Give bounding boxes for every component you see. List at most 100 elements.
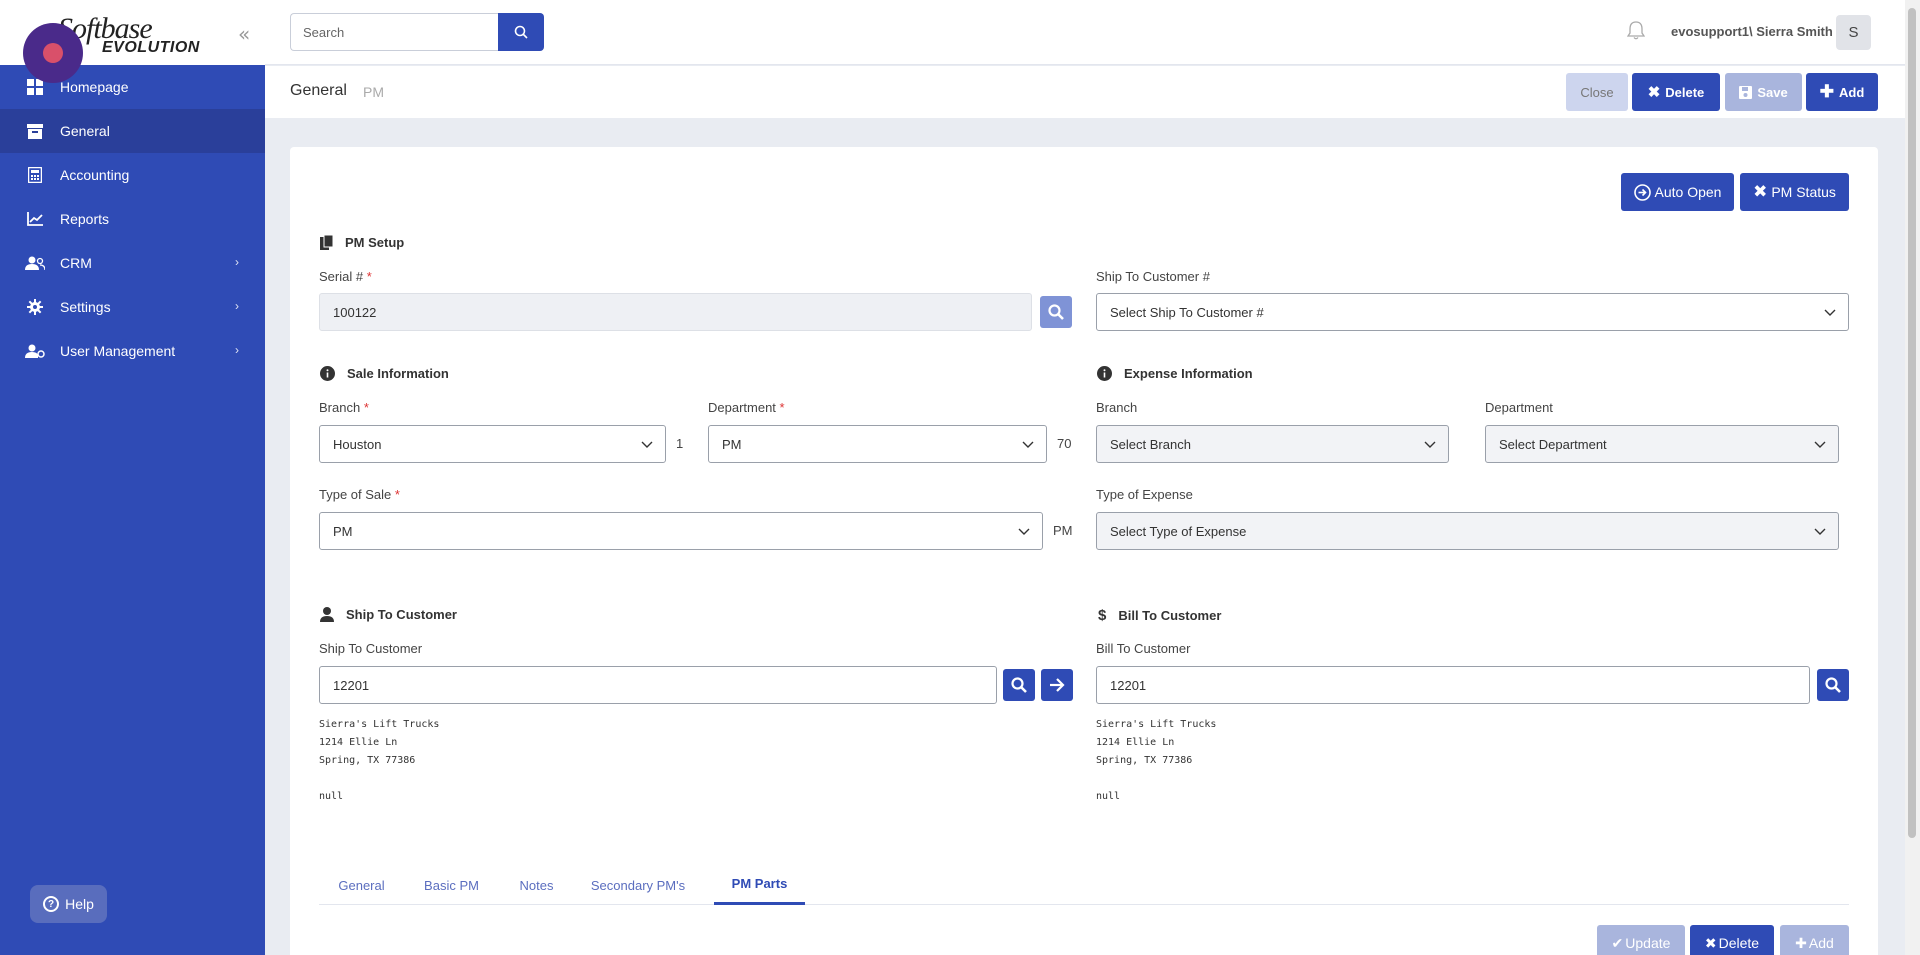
bill-to-customer-input[interactable]: 12201: [1096, 666, 1810, 704]
arrow-circle-icon: [1633, 183, 1651, 201]
page-title: General: [290, 82, 347, 99]
chart-icon: [24, 211, 46, 227]
tab-pm-parts[interactable]: PM Parts: [714, 865, 805, 905]
add-button[interactable]: ✚ Add: [1806, 73, 1878, 111]
expense-department-placeholder: Select Department: [1499, 436, 1607, 452]
type-of-sale-code: PM: [1053, 523, 1073, 538]
serial-label-text: Serial #: [319, 269, 364, 284]
sidebar-item-user-management[interactable]: User Management ›: [0, 329, 265, 373]
sidebar-item-general[interactable]: General: [0, 109, 265, 153]
search-button[interactable]: [498, 13, 544, 51]
expense-department-select[interactable]: Select Department: [1485, 425, 1839, 463]
auto-open-label: Auto Open: [1654, 184, 1722, 200]
sidebar-item-label: Reports: [60, 211, 110, 227]
required-marker: *: [394, 487, 400, 502]
delete-button[interactable]: ✖ Delete: [1632, 73, 1720, 111]
type-of-sale-value: PM: [333, 523, 353, 539]
department-select[interactable]: PM: [708, 425, 1047, 463]
ship-to-search-button[interactable]: [1003, 669, 1035, 701]
auto-open-button[interactable]: Auto Open: [1621, 173, 1734, 211]
help-button[interactable]: ? Help: [30, 885, 107, 923]
ship-to-customer-no-select[interactable]: Select Ship To Customer #: [1096, 293, 1849, 331]
department-value: PM: [722, 436, 742, 452]
bill-to-search-button[interactable]: [1817, 669, 1849, 701]
user-icon: [320, 607, 334, 622]
tab-secondary-pms[interactable]: Secondary PM's: [574, 865, 702, 905]
close-label: Close: [1580, 84, 1614, 100]
tab-general[interactable]: General: [319, 865, 404, 905]
chevron-right-icon: ›: [235, 255, 239, 269]
sidebar-item-settings[interactable]: Settings ›: [0, 285, 265, 329]
user-name[interactable]: evosupport1\ Sierra Smith: [1671, 24, 1833, 39]
type-of-sale-label-text: Type of Sale: [319, 487, 392, 502]
bell-icon[interactable]: [1626, 20, 1646, 43]
tab-basic-pm[interactable]: Basic PM: [404, 865, 499, 905]
expense-branch-label: Branch: [1096, 400, 1138, 415]
expense-branch-select[interactable]: Select Branch: [1096, 425, 1449, 463]
chevron-down-icon: [1814, 441, 1826, 448]
update-button[interactable]: ✔ Update: [1597, 925, 1685, 955]
sidebar-item-crm[interactable]: CRM ›: [0, 241, 265, 285]
chevron-down-icon: [1814, 528, 1826, 535]
pm-tabs: General Basic PM Notes Secondary PM's PM…: [319, 865, 1849, 905]
parts-add-label: Add: [1808, 935, 1834, 951]
ship-to-customer-no-placeholder: Select Ship To Customer #: [1110, 304, 1264, 320]
expense-info-heading: Expense Information: [1097, 366, 1253, 381]
scrollbar-thumb[interactable]: [1908, 8, 1916, 838]
ship-to-heading: Ship To Customer: [320, 607, 457, 622]
expense-branch-placeholder: Select Branch: [1110, 436, 1191, 452]
chevron-down-icon: [1018, 528, 1030, 535]
search-input[interactable]: [290, 13, 498, 51]
serial-field[interactable]: 100122: [319, 293, 1032, 331]
department-label: Department *: [708, 400, 785, 415]
sidebar-item-reports[interactable]: Reports: [0, 197, 265, 241]
parts-delete-label: Delete: [1718, 935, 1760, 951]
sidebar-item-label: General: [60, 123, 110, 139]
recording-indicator[interactable]: [23, 23, 83, 83]
chevron-right-icon: ›: [235, 343, 239, 357]
arrow-right-icon: [1050, 678, 1065, 692]
pm-status-button[interactable]: ✖ PM Status: [1740, 173, 1849, 211]
type-of-expense-select[interactable]: Select Type of Expense: [1096, 512, 1839, 550]
parts-delete-button[interactable]: ✖ Delete: [1690, 925, 1774, 955]
expense-info-heading-text: Expense Information: [1124, 366, 1253, 381]
check-icon: ✔: [1611, 934, 1624, 951]
department-label-text: Department: [708, 400, 776, 415]
bill-to-heading-text: Bill To Customer: [1118, 608, 1222, 623]
sidebar-item-label: Homepage: [60, 79, 129, 95]
serial-search-button[interactable]: [1040, 296, 1072, 328]
sidebar-item-accounting[interactable]: Accounting: [0, 153, 265, 197]
tools-icon: ✖: [1753, 182, 1768, 201]
branch-code: 1: [676, 436, 684, 451]
sale-info-heading: Sale Information: [320, 366, 449, 381]
type-of-expense-placeholder: Select Type of Expense: [1110, 523, 1247, 539]
bill-to-address: Sierra's Lift Trucks 1214 Ellie Ln Sprin…: [1096, 719, 1217, 802]
department-code: 70: [1057, 436, 1072, 451]
branch-select[interactable]: Houston: [319, 425, 666, 463]
close-button[interactable]: Close: [1566, 73, 1628, 111]
collapse-sidebar-icon[interactable]: «: [238, 22, 250, 46]
parts-add-button[interactable]: ✚ Add: [1780, 925, 1849, 955]
chevron-down-icon: [1424, 441, 1436, 448]
copy-icon: [320, 235, 333, 250]
pm-setup-heading-text: PM Setup: [345, 235, 405, 250]
sidebar-nav: Homepage General Accounting Reports CRM: [0, 65, 265, 373]
chevron-right-icon: ›: [235, 299, 239, 313]
chevron-down-icon: [1022, 441, 1034, 448]
help-label: Help: [65, 896, 94, 912]
page-subtitle: PM: [363, 84, 384, 100]
type-of-expense-label: Type of Expense: [1096, 487, 1193, 502]
expense-department-label: Department: [1485, 400, 1553, 415]
search-icon: [1011, 677, 1027, 693]
ship-to-heading-text: Ship To Customer: [346, 607, 457, 622]
type-of-sale-select[interactable]: PM: [319, 512, 1043, 550]
ship-to-customer-input[interactable]: 12201: [319, 666, 997, 704]
avatar[interactable]: S: [1836, 15, 1871, 50]
x-icon: ✖: [1704, 934, 1717, 951]
floppy-icon: [1739, 85, 1753, 99]
bill-to-value: 12201: [1110, 677, 1147, 693]
save-button[interactable]: Save: [1725, 73, 1802, 111]
users-icon: [24, 255, 46, 271]
tab-notes[interactable]: Notes: [499, 865, 574, 905]
ship-to-go-button[interactable]: [1041, 669, 1073, 701]
